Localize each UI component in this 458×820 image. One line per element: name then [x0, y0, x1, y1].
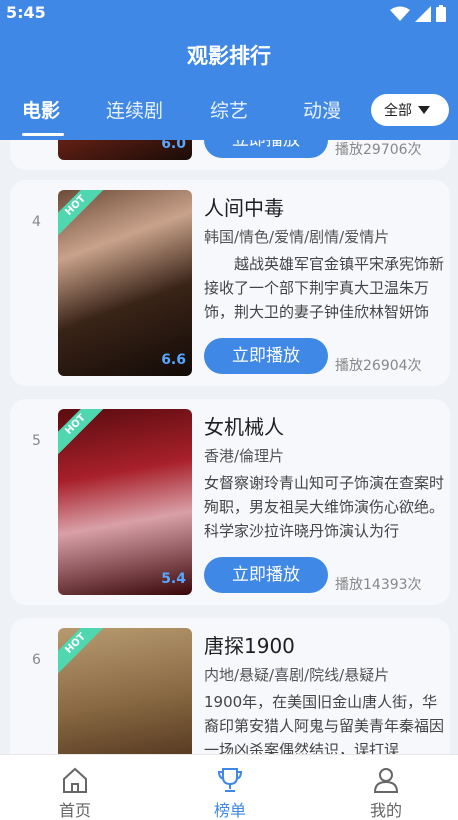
tab-series[interactable]: 连续剧	[106, 96, 163, 123]
bottom-navigation: 首页 榜单 我的	[0, 754, 458, 820]
rating-score: 6.6	[161, 352, 186, 368]
rating-score: 5.4	[161, 571, 186, 587]
play-count: 播放29706次	[335, 142, 422, 158]
ranking-list[interactable]: 6.0 立即播放 播放29706次 4 HOT 6.6 人间中毒 韩国/情色/爱…	[0, 140, 458, 754]
tab-variety[interactable]: 综艺	[210, 96, 248, 123]
rank-number: 4	[32, 214, 41, 230]
play-count: 播放14393次	[335, 577, 422, 593]
movie-title[interactable]: 人间中毒	[204, 192, 284, 221]
tab-movie[interactable]: 电影	[22, 96, 60, 123]
nav-ranking[interactable]: 榜单	[180, 755, 280, 820]
app-header: 观影排行 电影 连续剧 综艺 动漫 全部	[0, 26, 458, 140]
movie-poster[interactable]: 6.0	[58, 140, 192, 160]
status-bar: 5:45	[0, 0, 458, 26]
trophy-icon	[217, 768, 243, 792]
nav-home[interactable]: 首页	[25, 755, 125, 820]
rating-score: 6.0	[161, 140, 186, 152]
movie-poster[interactable]: HOT 6.6	[58, 190, 192, 376]
rank-number: 5	[32, 433, 41, 449]
hot-badge: HOT	[58, 409, 108, 457]
caret-down-icon	[418, 106, 430, 114]
nav-label: 首页	[58, 801, 91, 820]
movie-poster[interactable]: HOT	[58, 628, 192, 754]
filter-label: 全部	[384, 103, 412, 119]
user-icon	[373, 768, 399, 793]
movie-description: 女督察谢玲青山知可子饰演在查案时殉职，男友祖吴大维饰演伤心欲绝。科学家沙拉许晓丹…	[204, 474, 444, 540]
hot-badge: HOT	[58, 628, 108, 676]
movie-title[interactable]: 女机械人	[204, 411, 284, 440]
movie-tags: 韩国/情色/爱情/剧情/爱情片	[204, 228, 390, 246]
movie-description: 越战英雄军官金镇平宋承宪饰新接收了一个部下荆宇真大卫温朱万饰，荆大卫的妻子钟佳欣…	[204, 255, 444, 321]
list-item[interactable]: 5 HOT 5.4 女机械人 香港/倫理片 女督察谢玲青山知可子饰演在查案时殉职…	[10, 399, 450, 605]
list-item[interactable]: 6 HOT 唐探1900 内地/悬疑/喜剧/院线/悬疑片 1900年，在美国旧金…	[10, 618, 450, 754]
status-time: 5:45	[6, 3, 46, 22]
nav-label: 我的	[369, 801, 402, 820]
movie-tags: 香港/倫理片	[204, 447, 285, 465]
hot-badge: HOT	[58, 190, 108, 238]
page-title: 观影排行	[187, 44, 271, 68]
filter-dropdown[interactable]: 全部	[371, 94, 449, 126]
play-now-button[interactable]: 立即播放	[204, 140, 328, 158]
wifi-icon	[390, 6, 410, 21]
home-icon	[63, 767, 87, 793]
signal-icon	[415, 5, 431, 22]
nav-label: 榜单	[213, 801, 246, 820]
movie-tags: 内地/悬疑/喜剧/院线/悬疑片	[204, 666, 390, 684]
tab-anime[interactable]: 动漫	[303, 96, 341, 123]
list-item[interactable]: 6.0 立即播放 播放29706次	[10, 140, 450, 170]
play-count: 播放26904次	[335, 358, 422, 374]
rank-number: 6	[32, 652, 41, 668]
list-item[interactable]: 4 HOT 6.6 人间中毒 韩国/情色/爱情/剧情/爱情片 越战英雄军官金镇平…	[10, 180, 450, 386]
movie-poster[interactable]: HOT 5.4	[58, 409, 192, 595]
movie-title[interactable]: 唐探1900	[204, 630, 295, 659]
play-now-button[interactable]: 立即播放	[204, 557, 328, 593]
active-tab-indicator	[22, 133, 64, 136]
movie-description: 1900年，在美国旧金山唐人街，华裔印第安猎人阿鬼与留美青年秦福因一场凶杀案偶然…	[204, 693, 444, 754]
nav-profile[interactable]: 我的	[336, 755, 436, 820]
play-now-button[interactable]: 立即播放	[204, 338, 328, 374]
system-icons	[390, 5, 446, 22]
battery-icon	[436, 5, 446, 22]
